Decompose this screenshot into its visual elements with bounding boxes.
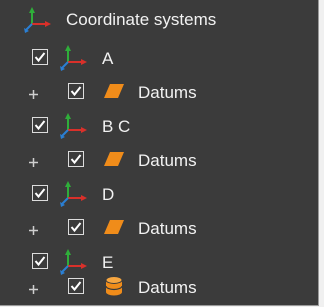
- tree-node-a-datums[interactable]: Datums: [0, 76, 318, 110]
- coordinate-axes-icon: [24, 6, 58, 34]
- node-e-label: E: [102, 253, 114, 272]
- node-e-checkbox[interactable]: [32, 253, 48, 269]
- datums-e-label: Datums: [138, 278, 197, 297]
- parallelogram-plane-icon: [103, 151, 125, 172]
- node-b-c-label: B C: [102, 117, 131, 136]
- expand-plus-icon[interactable]: [28, 87, 39, 99]
- tree-node-e-datums[interactable]: Datums: [0, 271, 318, 305]
- coordinate-axes-icon: [60, 180, 94, 208]
- tree-node-a[interactable]: A: [0, 42, 318, 76]
- node-a-label: A: [102, 49, 114, 68]
- datums-a-label: Datums: [138, 83, 197, 102]
- parallelogram-plane-icon: [103, 219, 125, 240]
- expand-plus-icon[interactable]: [28, 223, 39, 235]
- coordinate-systems-tree: Coordinate systems A Datums B C Datums D…: [0, 0, 319, 306]
- tree-node-d-datums[interactable]: Datums: [0, 212, 318, 246]
- cylinder-icon: [104, 275, 124, 302]
- node-a-checkbox[interactable]: [32, 49, 48, 65]
- datums-b-c-label: Datums: [138, 151, 197, 170]
- node-b-c-checkbox[interactable]: [32, 117, 48, 133]
- node-d-label: D: [102, 185, 115, 204]
- datums-a-checkbox[interactable]: [68, 83, 84, 99]
- parallelogram-plane-icon: [103, 83, 125, 104]
- coordinate-axes-icon: [60, 44, 94, 72]
- tree-root-label: Coordinate systems: [66, 10, 217, 29]
- datums-b-c-checkbox[interactable]: [68, 151, 84, 167]
- tree-root-row[interactable]: Coordinate systems: [0, 3, 318, 37]
- expand-plus-icon[interactable]: [28, 282, 39, 294]
- tree-node-b-c-datums[interactable]: Datums: [0, 144, 318, 178]
- datums-e-checkbox[interactable]: [68, 278, 84, 294]
- coordinate-axes-icon: [60, 112, 94, 140]
- tree-node-b-c[interactable]: B C: [0, 110, 318, 144]
- datums-d-checkbox[interactable]: [68, 219, 84, 235]
- datums-d-label: Datums: [138, 219, 197, 238]
- node-d-checkbox[interactable]: [32, 185, 48, 201]
- expand-plus-icon[interactable]: [28, 155, 39, 167]
- tree-node-d[interactable]: D: [0, 178, 318, 212]
